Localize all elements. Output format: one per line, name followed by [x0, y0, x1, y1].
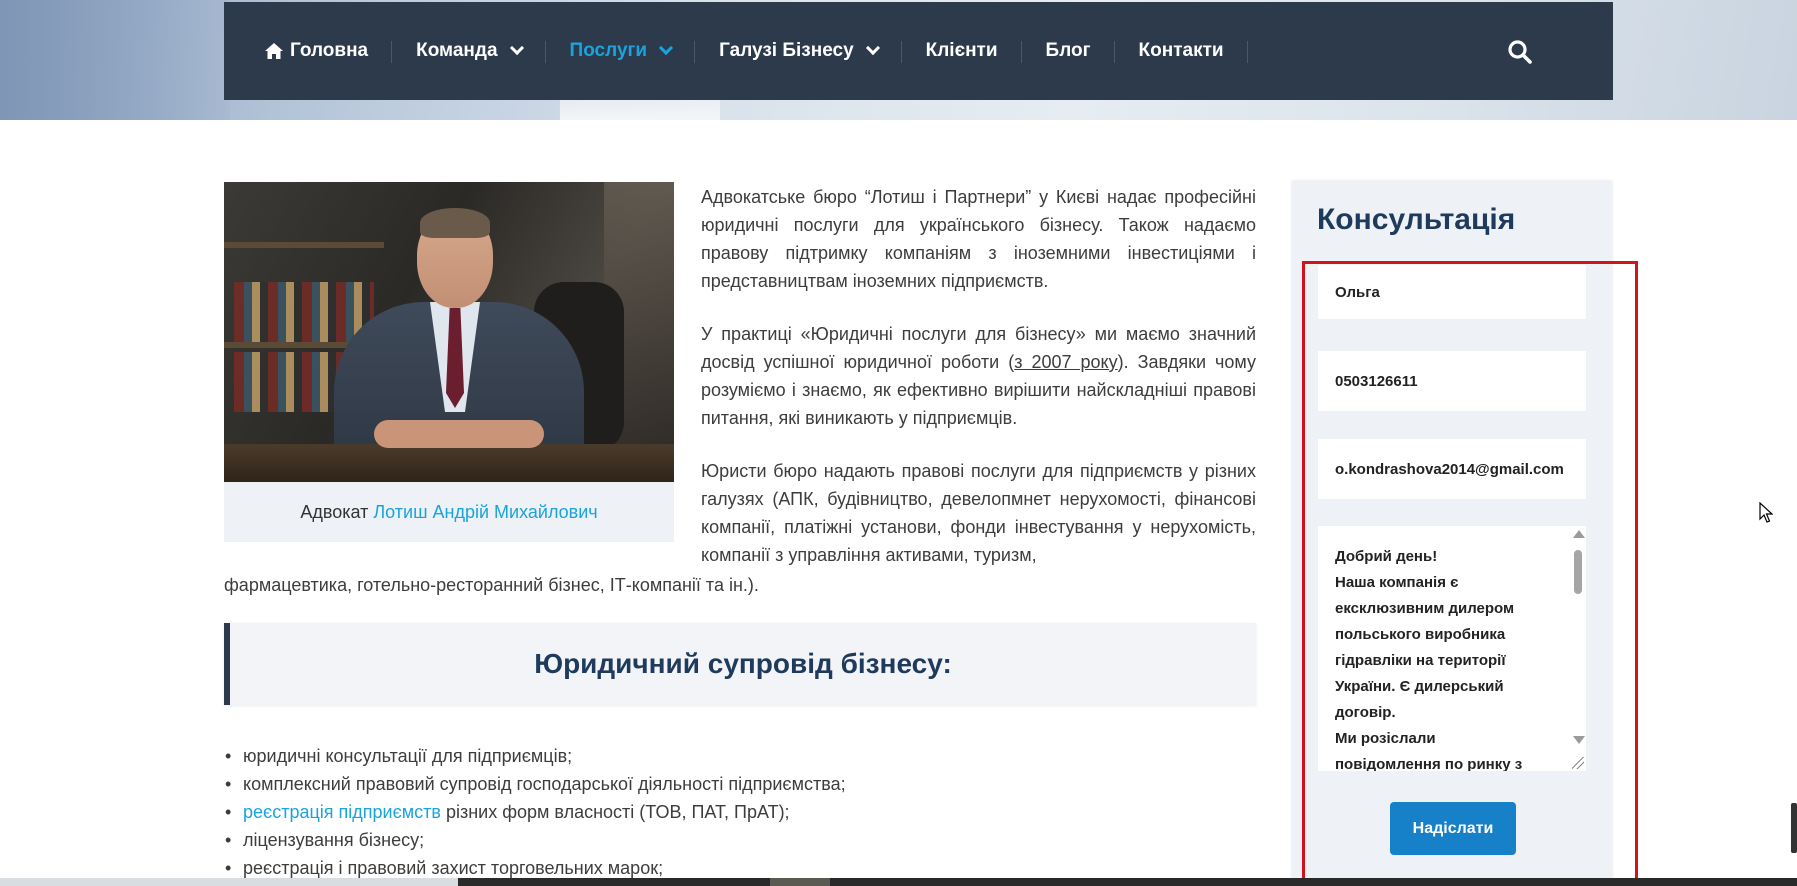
lawyer-profile-link[interactable]: Лотиш Андрій Михайлович — [373, 502, 597, 523]
page: Головна Команда Послуги Галузі Бізнесу К… — [0, 0, 1797, 886]
nav-item-label: Послуги — [569, 40, 648, 61]
nav-item-industries[interactable]: Галузі Бізнесу — [695, 2, 902, 100]
services-list: юридичні консультації для підприємців; к… — [225, 742, 1243, 882]
photo-person-hair — [420, 208, 490, 238]
scroll-down-arrow-icon[interactable] — [1573, 736, 1585, 744]
consultation-sidebar: Консультація Ольга 0503126611 o.kondrash… — [1292, 181, 1612, 886]
message-line: Добрий день! — [1335, 548, 1438, 565]
message-line: ексклюзивним дилером — [1335, 600, 1515, 617]
submit-button[interactable]: Надіслати — [1390, 802, 1516, 855]
list-item-text: ліцензування бізнесу; — [243, 830, 425, 850]
message-line: повідомлення по ринку з — [1335, 756, 1523, 771]
search-icon[interactable] — [1507, 39, 1533, 65]
photo-desk — [224, 444, 674, 482]
nav-item-clients[interactable]: Клієнти — [902, 2, 1022, 100]
page-scrollbar-thumb[interactable] — [1791, 803, 1797, 853]
photo-books — [234, 282, 374, 342]
email-field[interactable]: o.kondrashova2014@gmail.com — [1318, 439, 1586, 499]
nav-item-contacts[interactable]: Контакти — [1115, 2, 1248, 100]
photo-caption: Адвокат Лотиш Андрій Михайлович — [224, 482, 674, 542]
main-nav: Головна Команда Послуги Галузі Бізнесу К… — [224, 2, 1613, 100]
section-title: Юридичний супровід бізнесу: — [534, 648, 952, 679]
footer-strip — [0, 878, 1797, 886]
message-textarea[interactable]: Добрий день! Наша компанія є ексклюзивни… — [1318, 526, 1586, 771]
nav-item-label: Контакти — [1138, 40, 1224, 61]
intro-paragraph-3: Юристи бюро надають правові послуги для … — [701, 461, 1256, 565]
list-item-text: юридичні консультації для підприємців; — [243, 746, 573, 766]
nav-item-label: Клієнти — [925, 40, 998, 61]
nav-item-home[interactable]: Головна — [264, 2, 393, 100]
section-heading-box: Юридичний супровід бізнесу: — [224, 623, 1256, 705]
photo-person-hands — [374, 420, 544, 448]
phone-field[interactable]: 0503126611 — [1318, 351, 1586, 411]
list-item-text: реєстрація і правовий захист торговельни… — [243, 858, 664, 878]
message-line: Ми розіслали — [1335, 730, 1436, 747]
chevron-down-icon — [865, 40, 880, 56]
message-line: договір. — [1335, 704, 1396, 721]
message-line: польського виробника — [1335, 626, 1506, 643]
photo-shelf — [224, 242, 384, 248]
intro-paragraph-2: У практиці «Юридичні послуги для бізнесу… — [701, 320, 1256, 432]
textarea-scrollbar[interactable] — [1572, 530, 1585, 767]
phone-field-value: 0503126611 — [1335, 372, 1418, 390]
article-intro: Адвокатське бюро “Лотиш і Партнери” у Ки… — [701, 183, 1256, 594]
nav-separator — [1246, 41, 1248, 63]
company-registration-link[interactable]: реєстрація підприємств — [243, 802, 441, 822]
chevron-down-icon — [659, 40, 674, 56]
photo-caption-prefix: Адвокат — [300, 501, 369, 522]
nav-item-label: Команда — [416, 40, 498, 61]
lawyer-photo-card: Адвокат Лотиш Андрій Михайлович — [224, 182, 674, 542]
home-icon — [265, 43, 283, 59]
scroll-up-arrow-icon[interactable] — [1573, 530, 1585, 538]
list-item: ліцензування бізнесу; — [225, 826, 1243, 854]
nav-item-services[interactable]: Послуги — [546, 2, 696, 100]
message-line: Наша компанія є — [1335, 574, 1459, 591]
message-line: України. Є дилерський — [1335, 678, 1504, 695]
list-item: комплексний правовий супровід господарсь… — [225, 770, 1243, 798]
nav-item-blog[interactable]: Блог — [1022, 2, 1115, 100]
chevron-down-icon — [509, 40, 524, 56]
consultation-title: Консультація — [1317, 203, 1516, 236]
mouse-cursor-icon — [1759, 502, 1773, 523]
nav-item-label: Галузі Бізнесу — [719, 40, 854, 61]
since-2007-link[interactable]: з 2007 року — [1014, 352, 1117, 372]
scrollbar-thumb[interactable] — [1574, 550, 1582, 594]
lawyer-photo — [224, 182, 674, 482]
hero-shade-left — [0, 0, 230, 120]
list-item-text: комплексний правовий супровід господарсь… — [243, 774, 846, 794]
email-field-value: o.kondrashova2014@gmail.com — [1335, 460, 1564, 478]
list-item-text: різних форм власності (ТОВ, ПАТ, ПрАТ); — [440, 802, 790, 822]
nav-item-team[interactable]: Команда — [392, 2, 546, 100]
nav-item-label: Блог — [1045, 40, 1091, 61]
intro-paragraph-3-tail: фармацевтика, готельно-ресторанний бізне… — [224, 575, 759, 595]
resize-handle-icon[interactable] — [1572, 757, 1584, 769]
intro-paragraph-1: Адвокатське бюро “Лотиш і Партнери” у Ки… — [701, 187, 1256, 291]
list-item: реєстрація підприємств різних форм власн… — [225, 798, 1243, 826]
nav-item-label: Головна — [290, 40, 369, 61]
message-line: гідравліки на території — [1335, 652, 1506, 669]
name-field[interactable]: Ольга — [1318, 265, 1586, 319]
name-field-value: Ольга — [1335, 283, 1380, 301]
list-item: юридичні консультації для підприємців; — [225, 742, 1243, 770]
